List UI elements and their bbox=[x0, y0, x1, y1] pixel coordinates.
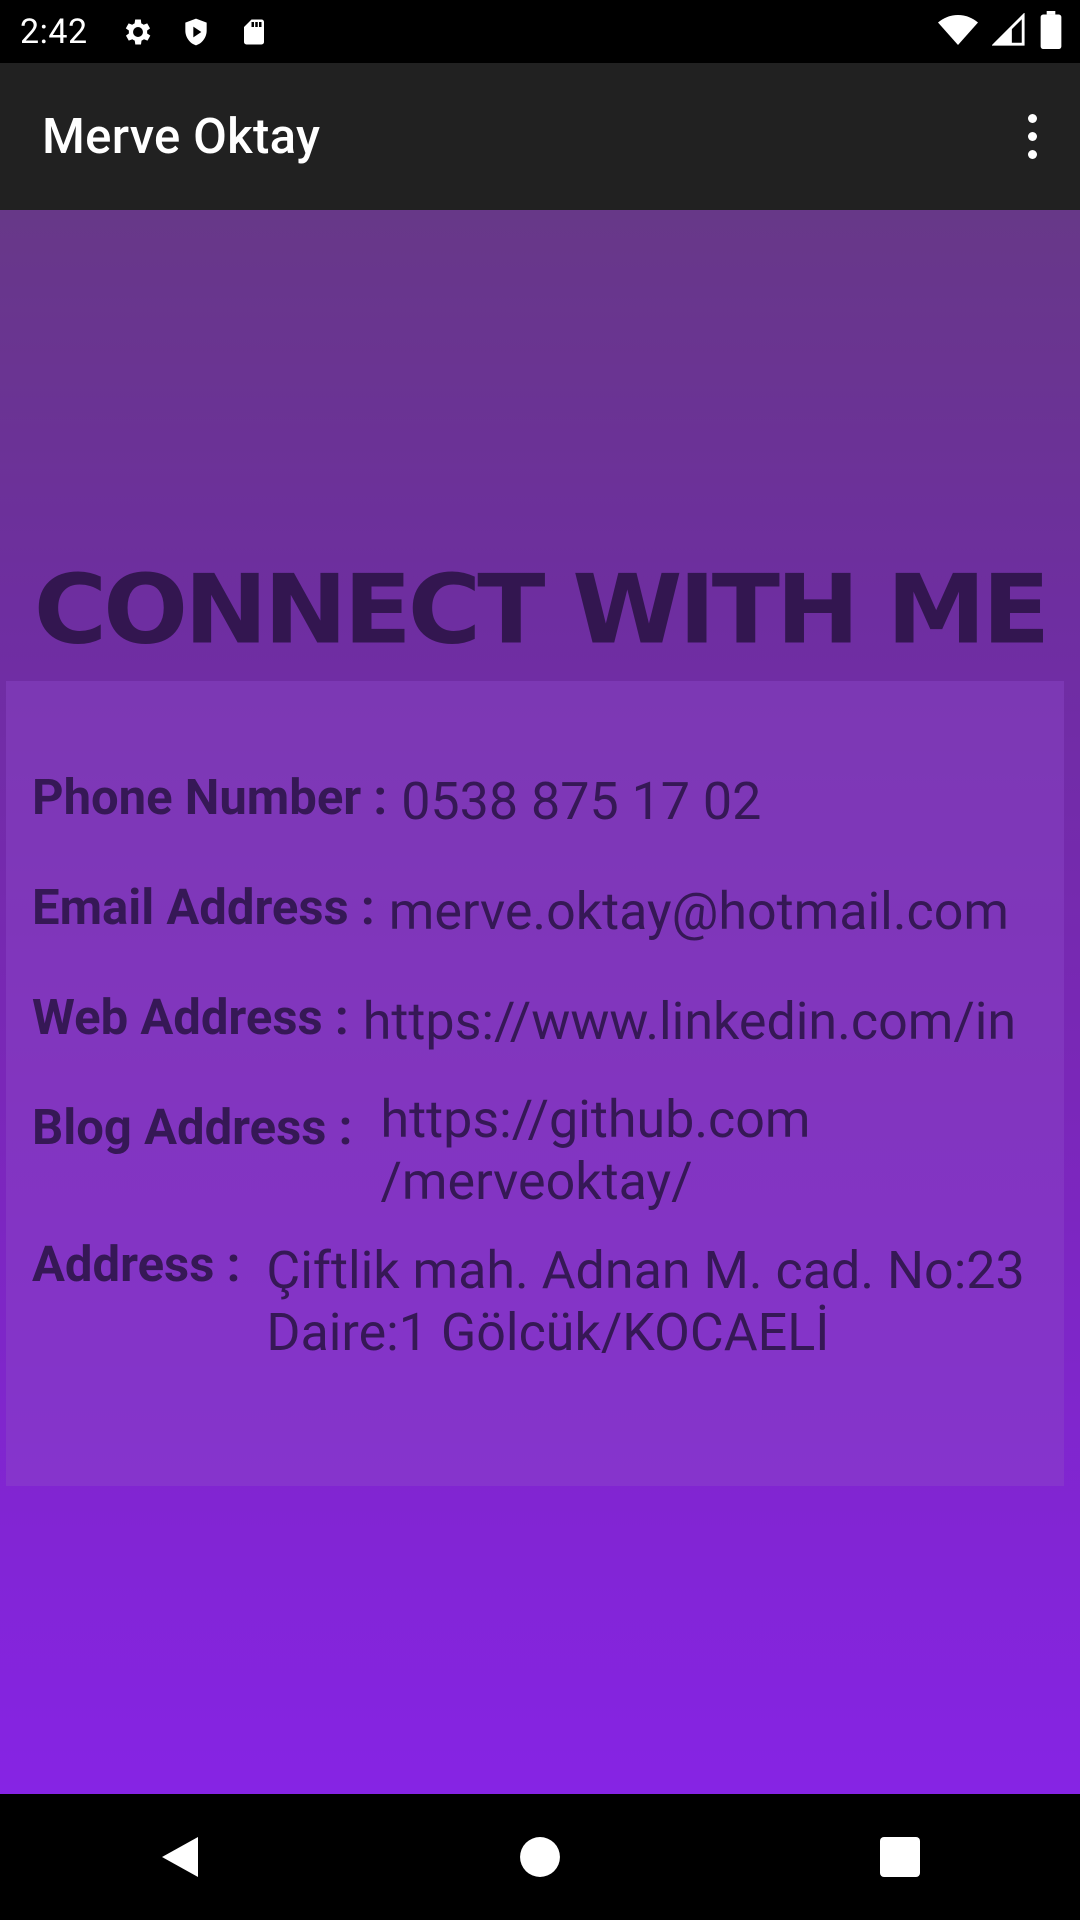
contact-row-web: Web Address : https://www.linkedin.com/i… bbox=[32, 989, 1016, 1053]
contact-card: Phone Number : 0538 875 17 02 Email Addr… bbox=[6, 681, 1064, 1486]
blog-value[interactable]: https://github.com /merveoktay/ bbox=[380, 1089, 810, 1213]
address-value-line1: Çiftlik mah. Adnan M. cad. No:23 bbox=[266, 1240, 1025, 1301]
gear-icon bbox=[118, 12, 158, 52]
blog-label: Blog Address : bbox=[32, 1099, 353, 1156]
nav-bar bbox=[0, 1794, 1080, 1920]
connect-heading: CONNECT WITH ME bbox=[33, 553, 1051, 666]
status-bar: 2:42 bbox=[0, 0, 1080, 63]
contact-row-phone: Phone Number : 0538 875 17 02 bbox=[32, 769, 761, 833]
address-value-line2: Daire:1 Gölcük/KOCAELİ bbox=[266, 1302, 830, 1363]
phone-value[interactable]: 0538 875 17 02 bbox=[401, 771, 761, 833]
home-icon[interactable] bbox=[480, 1797, 600, 1917]
email-value[interactable]: merve.oktay@hotmail.com bbox=[389, 881, 1009, 943]
blog-value-line1: https://github.com bbox=[380, 1089, 811, 1150]
blog-value-line2: /merveoktay/ bbox=[380, 1151, 693, 1212]
email-label: Email Address : bbox=[32, 879, 375, 936]
back-icon[interactable] bbox=[120, 1797, 240, 1917]
address-label: Address : bbox=[32, 1236, 241, 1293]
address-value[interactable]: Çiftlik mah. Adnan M. cad. No:23 Daire:1… bbox=[266, 1240, 1024, 1364]
sd-card-icon bbox=[234, 12, 274, 52]
recents-icon[interactable] bbox=[840, 1797, 960, 1917]
web-value[interactable]: https://www.linkedin.com/in bbox=[363, 991, 1016, 1053]
app-bar: Merve Oktay bbox=[0, 63, 1080, 210]
contact-row-address: Address : Çiftlik mah. Adnan M. cad. No:… bbox=[32, 1236, 1025, 1364]
content-area: CONNECT WITH ME Phone Number : 0538 875 … bbox=[0, 210, 1080, 1794]
phone-label: Phone Number : bbox=[32, 769, 388, 826]
battery-icon bbox=[1040, 10, 1062, 53]
contact-row-email: Email Address : merve.oktay@hotmail.com bbox=[32, 879, 1009, 943]
web-label: Web Address : bbox=[32, 989, 349, 1046]
app-title: Merve Oktay bbox=[42, 108, 321, 165]
cell-signal-icon bbox=[991, 11, 1026, 51]
shield-icon bbox=[176, 12, 216, 52]
contact-row-blog: Blog Address : https://github.com /merve… bbox=[32, 1089, 811, 1213]
status-time: 2:42 bbox=[20, 11, 88, 52]
more-vert-icon[interactable] bbox=[1010, 97, 1054, 177]
wifi-icon bbox=[938, 13, 978, 51]
